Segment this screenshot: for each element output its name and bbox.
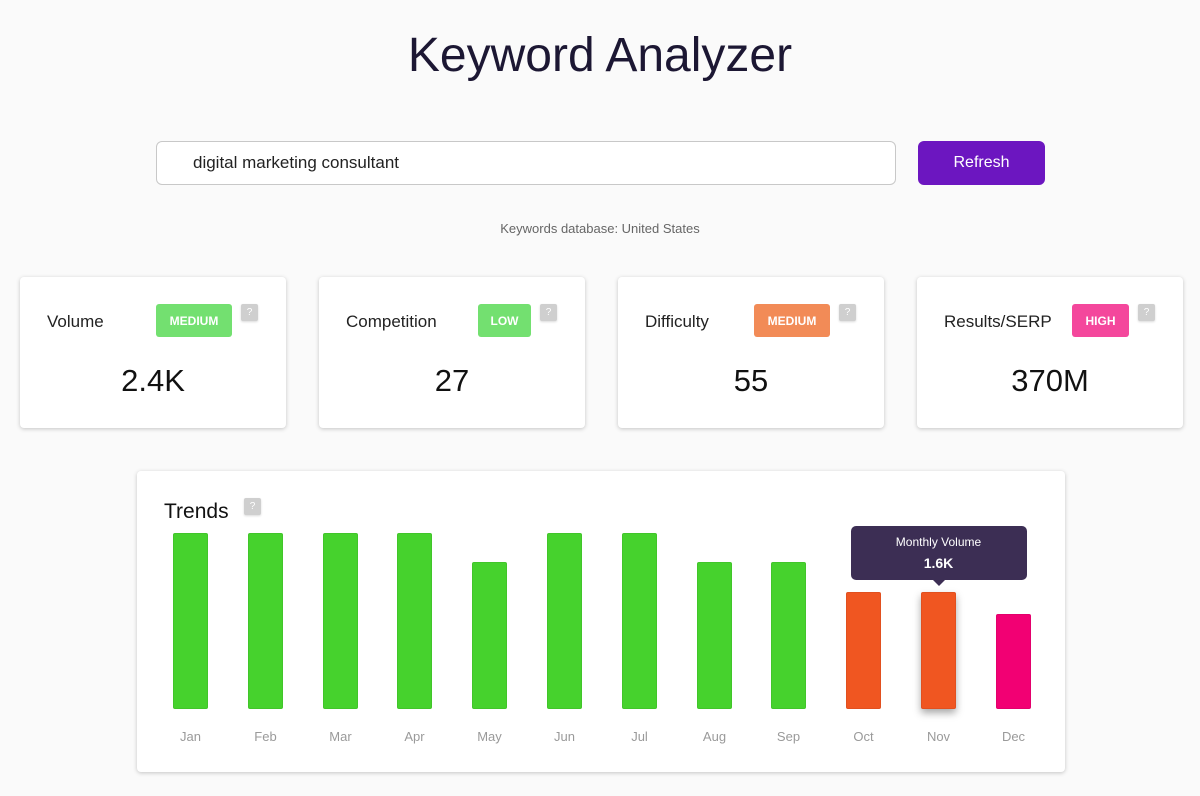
metric-card-difficulty: Difficulty MEDIUM ? 55: [618, 277, 884, 428]
bar-mar[interactable]: [323, 533, 358, 709]
metric-badge: LOW: [478, 304, 531, 337]
metric-label: Volume: [47, 312, 104, 331]
x-tick-label: Jan: [180, 729, 201, 744]
x-tick-label: Nov: [926, 729, 951, 744]
help-icon[interactable]: ?: [540, 304, 557, 321]
metric-value: 55: [733, 363, 769, 398]
tooltip-value: 1.6K: [923, 555, 954, 571]
bar-feb[interactable]: [248, 533, 283, 709]
help-icon[interactable]: ?: [241, 304, 258, 321]
bar-jun[interactable]: [547, 533, 582, 709]
x-tick-label: Oct: [853, 729, 874, 744]
bar-tooltip: Monthly Volume 1.6K: [850, 526, 1027, 586]
keyword-search-input[interactable]: [156, 141, 896, 185]
database-note: Keywords database: United States: [500, 221, 700, 236]
bar-dec[interactable]: [996, 614, 1031, 709]
tooltip-label: Monthly Volume: [895, 535, 982, 549]
metric-card-results-serp: Results/SERP HIGH ? 370M: [917, 277, 1183, 428]
bar-nov[interactable]: [921, 592, 956, 709]
x-tick-label: Aug: [702, 729, 727, 744]
help-icon[interactable]: ?: [839, 304, 856, 321]
metric-value: 2.4K: [121, 363, 185, 398]
x-tick-label: May: [477, 729, 502, 744]
bar-jul[interactable]: [622, 533, 657, 709]
x-tick-label: Dec: [1001, 729, 1026, 744]
x-tick-label: Apr: [404, 729, 425, 744]
x-tick-label: Feb: [254, 729, 277, 744]
metric-label: Competition: [346, 312, 437, 331]
help-icon[interactable]: ?: [244, 498, 261, 515]
x-tick-label: Mar: [329, 729, 352, 744]
refresh-button[interactable]: Refresh: [918, 141, 1045, 185]
metric-label: Results/SERP: [944, 312, 1052, 331]
x-tick-label: Jul: [631, 729, 648, 744]
bar-jan[interactable]: [173, 533, 208, 709]
metric-value: 370M: [1011, 363, 1089, 398]
page-title: Keyword Analyzer: [407, 29, 793, 82]
metric-badge: HIGH: [1072, 304, 1129, 337]
metric-value: 27: [434, 363, 470, 398]
bar-may[interactable]: [472, 562, 507, 709]
metric-badge: MEDIUM: [156, 304, 232, 337]
metric-label: Difficulty: [645, 312, 709, 331]
trends-title: Trends: [164, 500, 229, 523]
metric-card-volume: Volume MEDIUM ? 2.4K: [20, 277, 286, 428]
metric-card-competition: Competition LOW ? 27: [319, 277, 585, 428]
bar-sep[interactable]: [771, 562, 806, 709]
x-tick-label: Jun: [554, 729, 575, 744]
trends-panel: Trends ? Jan Feb Mar Apr May Jun Jul Aug Sep Oct N…: [137, 471, 1065, 772]
x-tick-label: Sep: [776, 729, 801, 744]
metric-badge: MEDIUM: [754, 304, 830, 337]
help-icon[interactable]: ?: [1138, 304, 1155, 321]
bar-apr[interactable]: [397, 533, 432, 709]
bar-oct[interactable]: [846, 592, 881, 709]
bar-aug[interactable]: [697, 562, 732, 709]
